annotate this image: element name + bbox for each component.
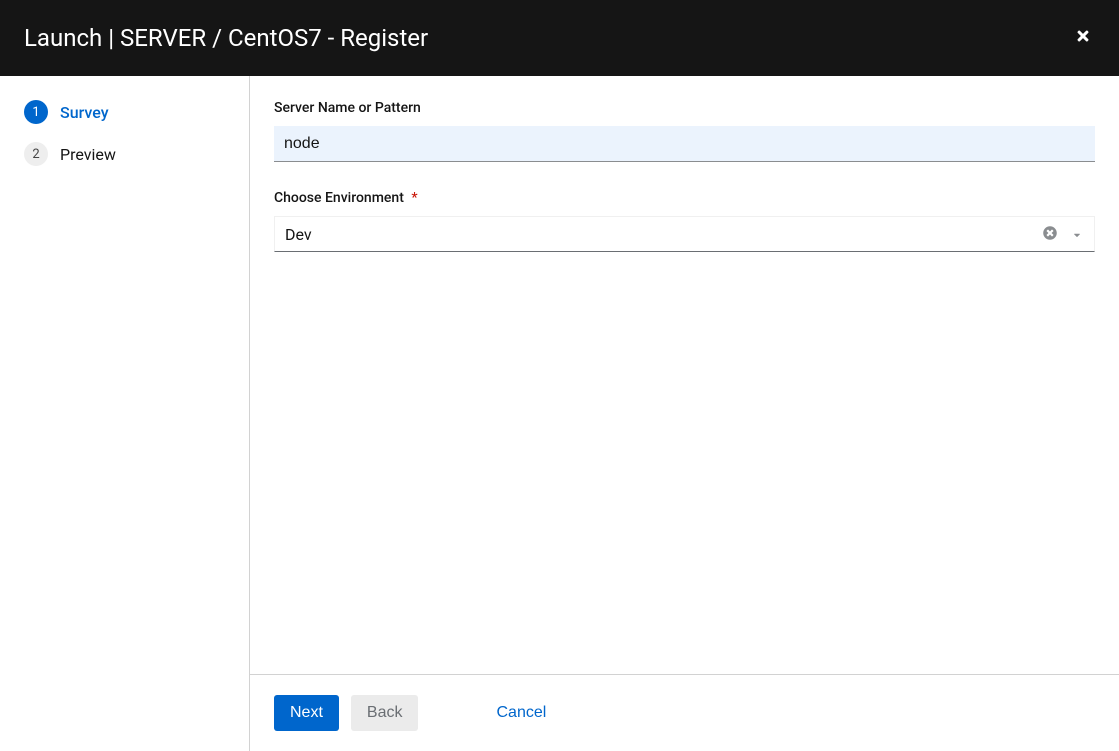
caret-down-icon [1072,225,1082,244]
wizard-step-survey[interactable]: 1 Survey [24,100,225,124]
step-badge: 1 [24,100,48,124]
wizard-sidebar: 1 Survey 2 Preview [0,76,250,751]
step-label: Preview [60,145,116,164]
next-button[interactable]: Next [274,695,339,731]
environment-select[interactable]: Dev [274,216,1095,252]
survey-form: Server Name or Pattern Choose Environmen… [250,76,1119,674]
environment-selected-value: Dev [285,225,1040,244]
environment-label: Choose Environment * [274,190,1095,206]
clear-selection-button[interactable] [1040,224,1060,244]
cancel-button[interactable]: Cancel [480,695,562,731]
form-group-environment: Choose Environment * Dev [274,190,1095,252]
modal-title: Launch | SERVER / CentOS7 - Register [24,24,428,52]
step-label: Survey [60,103,109,122]
required-indicator: * [411,190,417,206]
back-button[interactable]: Back [351,695,419,731]
dropdown-toggle[interactable] [1070,227,1084,241]
close-icon [1075,28,1091,48]
server-name-label: Server Name or Pattern [274,100,1095,116]
form-group-server-name: Server Name or Pattern [274,100,1095,162]
server-name-input[interactable] [274,126,1095,162]
step-badge: 2 [24,142,48,166]
wizard-step-preview[interactable]: 2 Preview [24,142,225,166]
times-circle-icon [1043,225,1057,244]
close-button[interactable] [1071,26,1095,50]
modal-body: 1 Survey 2 Preview Server Name or Patter… [0,76,1119,751]
modal-header: Launch | SERVER / CentOS7 - Register [0,0,1119,76]
wizard-footer: Next Back Cancel [250,674,1119,751]
main-panel: Server Name or Pattern Choose Environmen… [250,76,1119,751]
